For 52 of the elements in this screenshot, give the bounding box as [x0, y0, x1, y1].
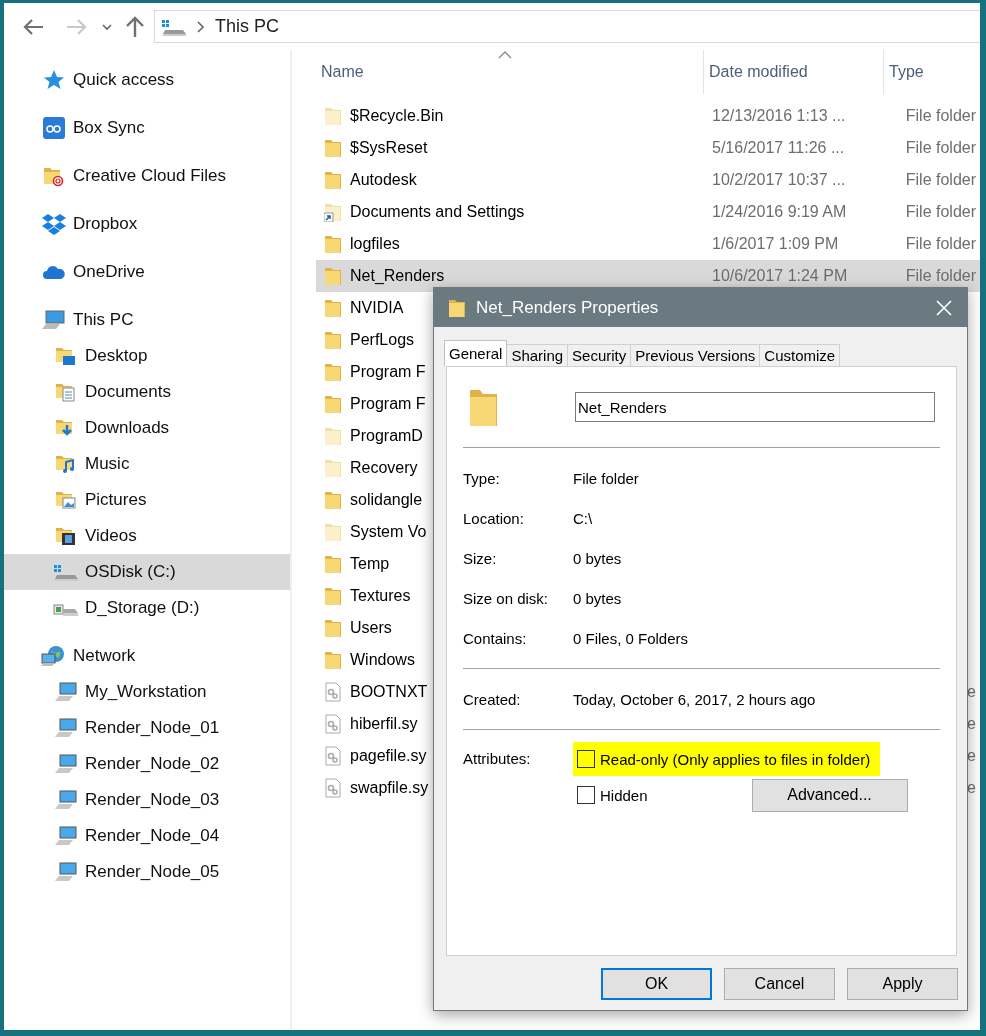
property-value: 0 Files, 0 Folders — [573, 629, 689, 647]
file-type: e — [967, 747, 976, 764]
file-name: Program F — [350, 363, 426, 380]
file-name: solidangle — [350, 491, 423, 508]
file-name: swapfile.sy — [350, 779, 429, 796]
property-label: Location: — [463, 509, 525, 527]
date-modified: 5/16/2017 11:26 ... — [712, 139, 845, 156]
property-value: 0 bytes — [573, 549, 622, 567]
file-name: Documents and Settings — [350, 203, 525, 220]
date-modified: 10/2/2017 10:37 ... — [712, 171, 846, 188]
file-name: pagefile.sy — [350, 747, 427, 764]
file-type: e — [967, 683, 976, 700]
file-type: File folder — [905, 267, 976, 284]
file-name: NVIDIA — [350, 299, 404, 316]
file-name: $SysReset — [350, 139, 428, 156]
file-type: File folder — [905, 171, 976, 188]
file-type: e — [967, 715, 976, 732]
property-value: File folder — [573, 469, 639, 487]
property-value: 0 bytes — [573, 589, 622, 607]
file-name: logfiles — [350, 235, 400, 252]
date-modified: 1/6/2017 1:09 PM — [712, 235, 839, 252]
property-label: Type: — [463, 469, 501, 487]
file-name: ProgramD — [350, 427, 423, 444]
file-name: Autodesk — [350, 171, 417, 188]
file-name: hiberfil.sy — [350, 715, 418, 732]
property-label: Attributes: — [463, 749, 532, 769]
file-name: System Vo — [350, 523, 427, 540]
property-label: Created: — [463, 690, 522, 708]
file-type: File folder — [905, 203, 976, 220]
file-name: PerfLogs — [350, 331, 415, 348]
file-type: e — [967, 779, 976, 796]
date-modified: 12/13/2016 1:13 ... — [712, 107, 846, 124]
property-label: Contains: — [463, 629, 528, 647]
file-name: Users — [350, 619, 392, 636]
file-name: Temp — [350, 555, 390, 572]
file-name: BOOTNXT — [350, 683, 428, 700]
file-name: Program F — [350, 395, 426, 412]
file-name: Net_Renders — [350, 267, 445, 284]
file-name: Recovery — [350, 459, 418, 476]
file-name: Textures — [350, 587, 411, 604]
property-value: C:\ — [573, 509, 593, 527]
file-name: $Recycle.Bin — [350, 107, 444, 124]
file-type: File folder — [905, 139, 976, 156]
file-name: Windows — [350, 651, 415, 668]
property-label: Size: — [463, 549, 498, 567]
date-modified: 10/6/2017 1:24 PM — [712, 267, 848, 284]
date-modified: 1/24/2016 9:19 AM — [712, 203, 847, 220]
property-value: Today, October 6, 2017, 2 hours ago — [573, 690, 816, 708]
file-type: File folder — [905, 235, 976, 252]
file-type: File folder — [905, 107, 976, 124]
property-label: Size on disk: — [463, 589, 550, 607]
dialog-title: Net_Renders Properties — [476, 297, 660, 318]
